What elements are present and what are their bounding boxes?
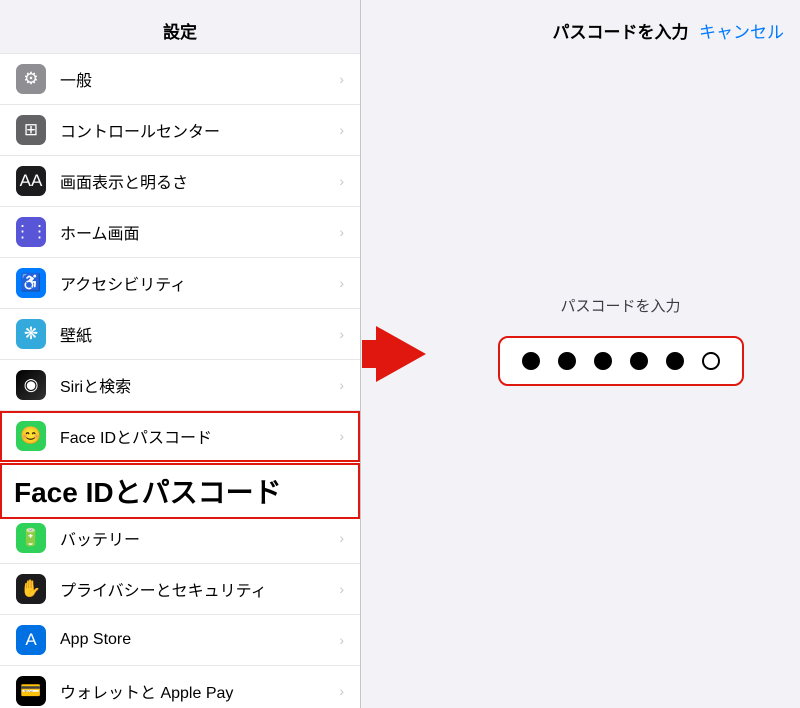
battery-chevron: › — [339, 530, 344, 546]
general-label: 一般 — [60, 67, 335, 91]
settings-item-general[interactable]: ⚙ 一般› — [0, 53, 360, 105]
privacy-label: プライバシーとセキュリティ — [60, 577, 335, 601]
settings-item-wallet[interactable]: 💳 ウォレットと Apple Pay› — [0, 666, 360, 708]
passcode-dot-4 — [630, 352, 648, 370]
battery-icon: 🔋 — [16, 523, 46, 553]
passcode-dot-3 — [594, 352, 612, 370]
passcode-section: パスコードを入力 — [441, 53, 800, 708]
faceid-icon: 😊 — [16, 421, 46, 451]
left-panel: 設定 ⚙一般›⊞コントロールセンター›AA画面表示と明るさ›⋮⋮ホーム画面›♿ア… — [0, 0, 360, 708]
passcode-header-title: パスコードを入力 — [553, 18, 689, 43]
display-chevron: › — [339, 173, 344, 189]
home-chevron: › — [339, 224, 344, 240]
wallet-icon: 💳 — [16, 676, 46, 706]
general-chevron: › — [339, 71, 344, 87]
passcode-dots-container[interactable] — [498, 336, 744, 386]
wallpaper-chevron: › — [339, 326, 344, 342]
passcode-dot-6 — [702, 352, 720, 370]
general-icon: ⚙ — [16, 64, 46, 94]
settings-item-display[interactable]: AA 画面表示と明るさ› — [0, 156, 360, 207]
faceid-label: Face IDとパスコード — [60, 424, 335, 448]
accessibility-chevron: › — [339, 275, 344, 291]
privacy-chevron: › — [339, 581, 344, 597]
display-icon: AA — [16, 166, 46, 196]
accessibility-icon: ♿ — [16, 268, 46, 298]
settings-item-control[interactable]: ⊞ コントロールセンター› — [0, 105, 360, 156]
appstore-chevron: › — [339, 632, 344, 648]
right-header: パスコードを入力 キャンセル — [441, 0, 800, 53]
wallpaper-label: 壁紙 — [60, 322, 335, 346]
siri-icon: ◉ — [16, 370, 46, 400]
siri-chevron: › — [339, 377, 344, 393]
appstore-icon: A — [16, 625, 46, 655]
settings-item-siri[interactable]: ◉ Siriと検索› — [0, 360, 360, 411]
wallet-chevron: › — [339, 683, 344, 699]
control-label: コントロールセンター — [60, 118, 335, 142]
settings-header: 設定 — [0, 0, 360, 53]
siri-label: Siriと検索 — [60, 373, 335, 397]
passcode-label: パスコードを入力 — [560, 295, 680, 316]
faceid-tooltip: Face IDとパスコード — [0, 463, 360, 519]
display-label: 画面表示と明るさ — [60, 169, 335, 193]
faceid-chevron: › — [339, 428, 344, 444]
passcode-dot-2 — [558, 352, 576, 370]
settings-item-faceid[interactable]: 😊Face IDとパスコード›Face IDとパスコード — [0, 411, 360, 462]
cancel-button[interactable]: キャンセル — [699, 18, 784, 43]
divider-arrow-area — [361, 0, 441, 708]
settings-item-accessibility[interactable]: ♿ アクセシビリティ› — [0, 258, 360, 309]
settings-item-battery[interactable]: 🔋 バッテリー› — [0, 513, 360, 564]
right-arrow-icon — [376, 326, 426, 382]
settings-item-privacy[interactable]: ✋ プライバシーとセキュリティ› — [0, 564, 360, 615]
settings-item-wallpaper[interactable]: ❋ 壁紙› — [0, 309, 360, 360]
passcode-dot-5 — [666, 352, 684, 370]
wallet-label: ウォレットと Apple Pay — [60, 679, 335, 703]
settings-item-home[interactable]: ⋮⋮ ホーム画面› — [0, 207, 360, 258]
passcode-dot-1 — [522, 352, 540, 370]
wallpaper-icon: ❋ — [16, 319, 46, 349]
home-icon: ⋮⋮ — [16, 217, 46, 247]
settings-item-appstore[interactable]: A App Store› — [0, 615, 360, 666]
home-label: ホーム画面 — [60, 220, 335, 244]
privacy-icon: ✋ — [16, 574, 46, 604]
accessibility-label: アクセシビリティ — [60, 271, 335, 295]
battery-label: バッテリー — [60, 526, 335, 550]
control-chevron: › — [339, 122, 344, 138]
control-icon: ⊞ — [16, 115, 46, 145]
right-panel: パスコードを入力 キャンセル パスコードを入力 — [441, 0, 800, 708]
appstore-label: App Store — [60, 631, 335, 649]
settings-list: ⚙一般›⊞コントロールセンター›AA画面表示と明るさ›⋮⋮ホーム画面›♿アクセシ… — [0, 53, 360, 708]
